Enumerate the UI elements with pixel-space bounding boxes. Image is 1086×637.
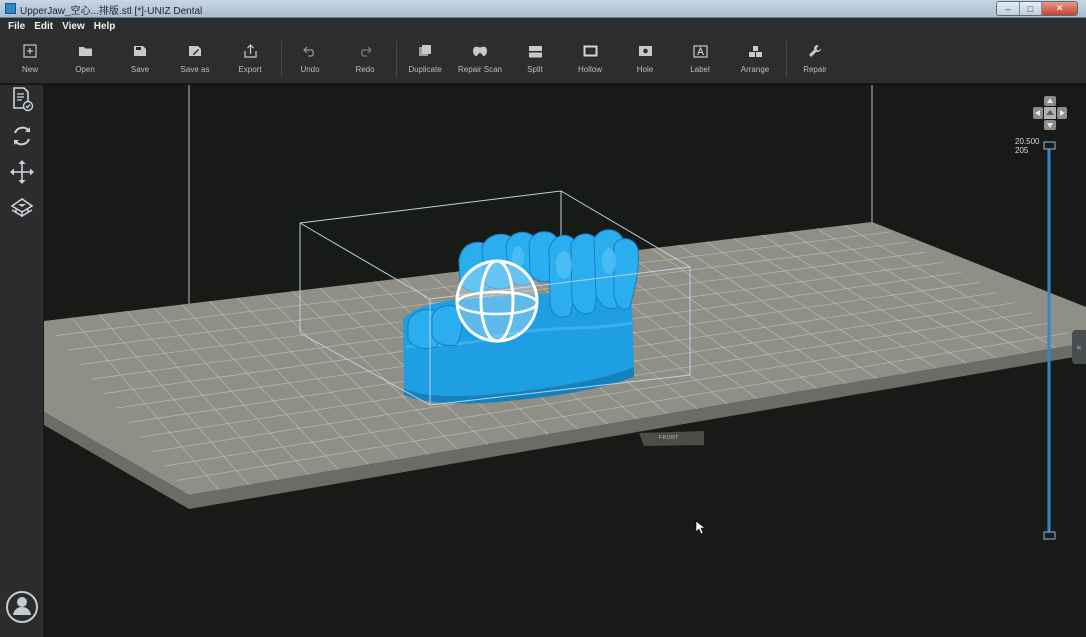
menu-edit[interactable]: Edit (34, 21, 53, 32)
scene-canvas (44, 85, 1086, 540)
model-settings-button[interactable] (9, 86, 35, 117)
undo-label: Undo (300, 65, 320, 74)
close-button[interactable]: ✕ (1041, 2, 1077, 15)
save-icon (132, 43, 148, 59)
layer-index-value: 205 (1015, 146, 1029, 155)
menu-help[interactable]: Help (94, 21, 116, 32)
redo-label: Redo (355, 65, 375, 74)
user-account-button[interactable] (6, 591, 38, 623)
3d-viewport[interactable]: 20.500 205 FRONT « (44, 85, 1086, 637)
repair-scan-label: Repair Scan (457, 65, 503, 74)
toolbar: New Open Save Save as Export Undo Redo D… (0, 34, 1086, 84)
duplicate-label: Duplicate (408, 65, 442, 74)
redo-icon (357, 43, 373, 59)
save-as-icon (187, 43, 203, 59)
arrange-label: Arrange (740, 65, 770, 74)
wrench-icon (807, 43, 823, 59)
redo-button[interactable]: Redo (337, 34, 393, 84)
hole-icon (637, 43, 653, 59)
split-label: Split (527, 65, 543, 74)
maximize-button[interactable]: □ (1019, 2, 1041, 15)
move-icon (9, 159, 35, 190)
open-folder-icon (77, 43, 93, 59)
expand-panel-tab[interactable]: « (1072, 330, 1086, 364)
arrange-button[interactable]: Arrange (727, 34, 783, 84)
repair-label: Repair (803, 65, 827, 74)
export-button[interactable]: Export (222, 34, 278, 84)
label-icon (692, 43, 708, 59)
open-button[interactable]: Open (57, 34, 113, 84)
hole-label: Hole (636, 65, 654, 74)
view-navigation-control[interactable] (1032, 95, 1068, 131)
support-icon (10, 196, 34, 225)
new-button[interactable]: New (2, 34, 58, 84)
hollow-label: Hollow (577, 65, 602, 74)
hole-button[interactable]: Hole (617, 34, 673, 84)
save-as-label: Save as (180, 65, 210, 74)
window-controls: – □ ✕ (996, 1, 1078, 16)
window-titlebar: UpperJaw_空心...排版.stl [*]-UNIZ Dental – □… (0, 0, 1086, 18)
new-icon (22, 43, 38, 59)
repair-scan-icon (472, 43, 488, 59)
model-settings-icon (10, 86, 34, 117)
label-label: Label (690, 65, 710, 74)
layer-height-value: 20.500 (1015, 137, 1040, 146)
rotation-gizmo (455, 259, 539, 343)
hollow-button[interactable]: Hollow (562, 34, 618, 84)
move-button[interactable] (9, 159, 35, 190)
duplicate-icon (417, 43, 433, 59)
front-label: FRONT (659, 435, 679, 441)
minimize-button[interactable]: – (997, 2, 1019, 15)
new-label: New (21, 65, 38, 74)
menu-file[interactable]: File (8, 21, 25, 32)
double-chevron-left-icon: « (1076, 342, 1082, 352)
save-as-button[interactable]: Save as (167, 34, 223, 84)
open-label: Open (75, 65, 95, 74)
mouse-cursor (695, 520, 706, 535)
hollow-icon (582, 43, 598, 59)
repair-scan-button[interactable]: Repair Scan (452, 34, 508, 84)
menu-view[interactable]: View (62, 21, 85, 32)
menu-bar: File Edit View Help (0, 18, 1086, 34)
undo-icon (302, 43, 318, 59)
save-button[interactable]: Save (112, 34, 168, 84)
user-avatar-icon (10, 593, 34, 622)
split-button[interactable]: Split (507, 34, 563, 84)
undo-button[interactable]: Undo (282, 34, 338, 84)
left-tool-sidebar (0, 85, 44, 637)
app-icon (5, 3, 16, 14)
support-button[interactable] (9, 197, 35, 223)
rotate-icon (10, 124, 34, 153)
export-label: Export (238, 65, 262, 74)
split-icon (527, 43, 543, 59)
export-icon (242, 43, 258, 59)
arrange-icon (747, 43, 763, 59)
save-label: Save (130, 65, 150, 74)
repair-button[interactable]: Repair (787, 34, 843, 84)
rotate-button[interactable] (9, 125, 35, 151)
duplicate-button[interactable]: Duplicate (397, 34, 453, 84)
layer-readout: 20.500 205 (1015, 137, 1039, 155)
window-title: UpperJaw_空心...排版.stl [*]-UNIZ Dental (20, 6, 203, 17)
label-button[interactable]: Label (672, 34, 728, 84)
